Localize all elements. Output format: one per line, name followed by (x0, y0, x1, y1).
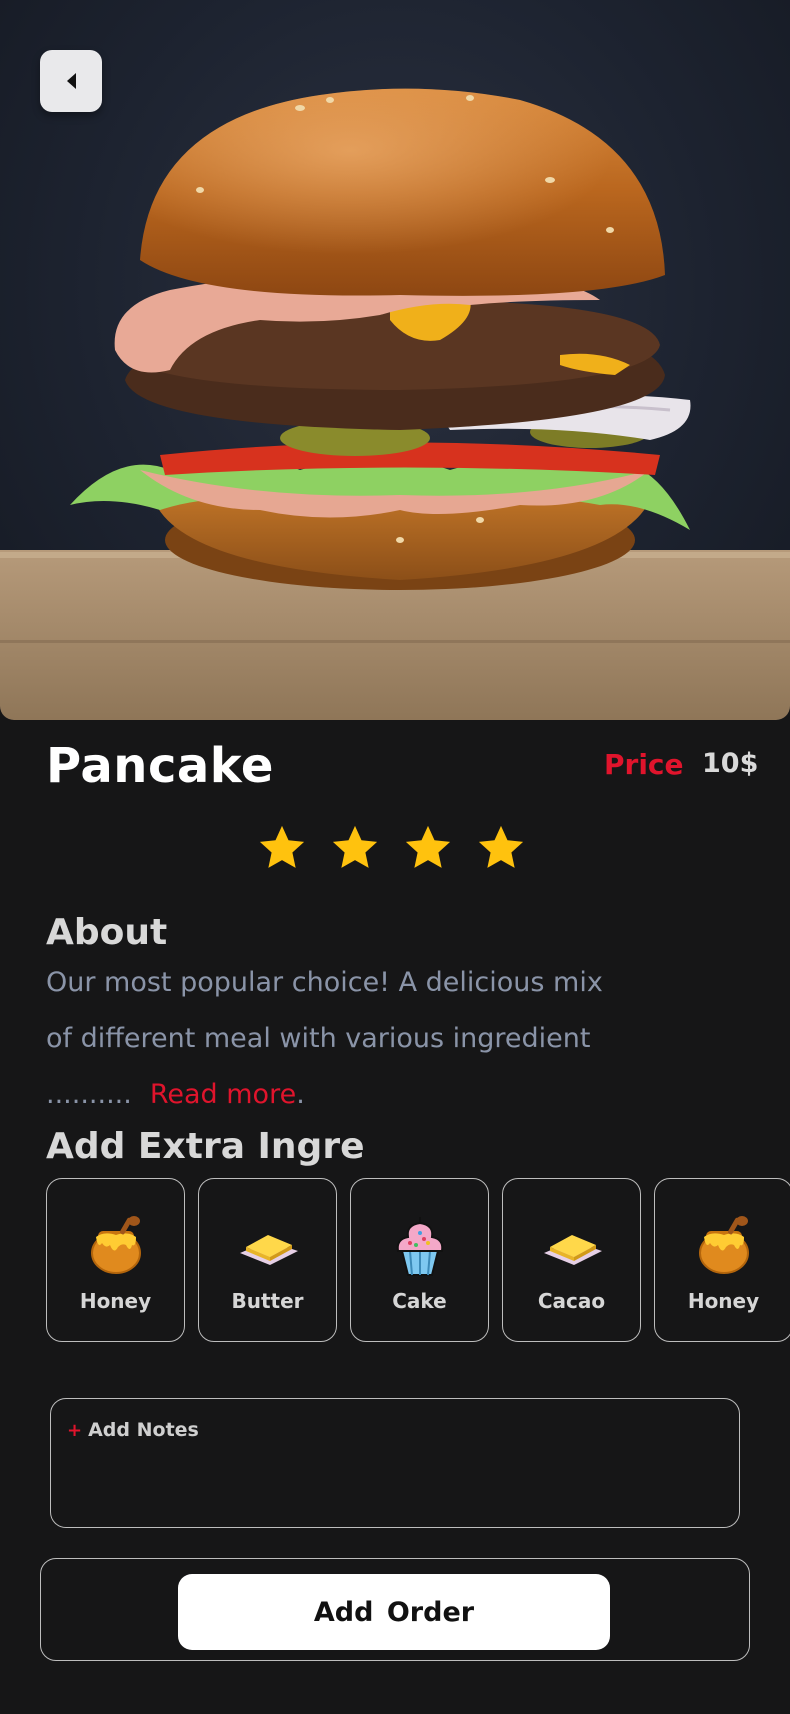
extra-ingredients-heading: Add Extra Ingre (46, 1126, 365, 1167)
add-order-button[interactable]: Add Order (178, 1574, 610, 1650)
ingredient-label: Honey (79, 1289, 152, 1313)
cupcake-icon (388, 1213, 452, 1277)
ingredient-card-cake[interactable]: Cake (350, 1178, 489, 1342)
price-value: 10$ (702, 748, 759, 779)
about-heading: About (46, 912, 168, 953)
hero-image (0, 0, 790, 720)
back-arrow-icon (66, 73, 76, 89)
ingredient-card-butter[interactable]: Butter (198, 1178, 337, 1342)
about-trailing: . (296, 1079, 305, 1110)
butter-icon (540, 1213, 604, 1277)
product-title: Pancake (46, 738, 274, 794)
star-icon (328, 822, 382, 874)
star-icon (255, 822, 309, 874)
ingredient-list: Honey Butter Cake Cacao Honey (46, 1178, 790, 1342)
read-more-link[interactable]: Read more (150, 1079, 296, 1110)
ingredient-card-honey[interactable]: Honey (46, 1178, 185, 1342)
price-label: Price (604, 748, 684, 781)
add-notes-field[interactable]: + Add Notes (50, 1398, 740, 1528)
about-description: Our most popular choice! A delicious mix… (46, 955, 606, 1123)
star-icon (401, 822, 455, 874)
rating-stars (255, 822, 528, 874)
add-notes-label: Add Notes (88, 1419, 199, 1441)
butter-icon (236, 1213, 300, 1277)
ingredient-label: Cacao (537, 1289, 606, 1313)
ingredient-card-cacao[interactable]: Cacao (502, 1178, 641, 1342)
plus-icon: + (67, 1420, 83, 1441)
ingredient-card-honey-2[interactable]: Honey (654, 1178, 790, 1342)
star-icon (474, 822, 528, 874)
ingredient-label: Butter (231, 1289, 304, 1313)
honey-pot-icon (692, 1213, 756, 1277)
ingredient-label: Cake (392, 1289, 447, 1313)
back-button[interactable] (40, 50, 102, 112)
burger-photo (0, 88, 790, 720)
about-text: Our most popular choice! A delicious mix… (46, 967, 603, 1110)
ingredient-label: Honey (687, 1289, 760, 1313)
honey-pot-icon (84, 1213, 148, 1277)
